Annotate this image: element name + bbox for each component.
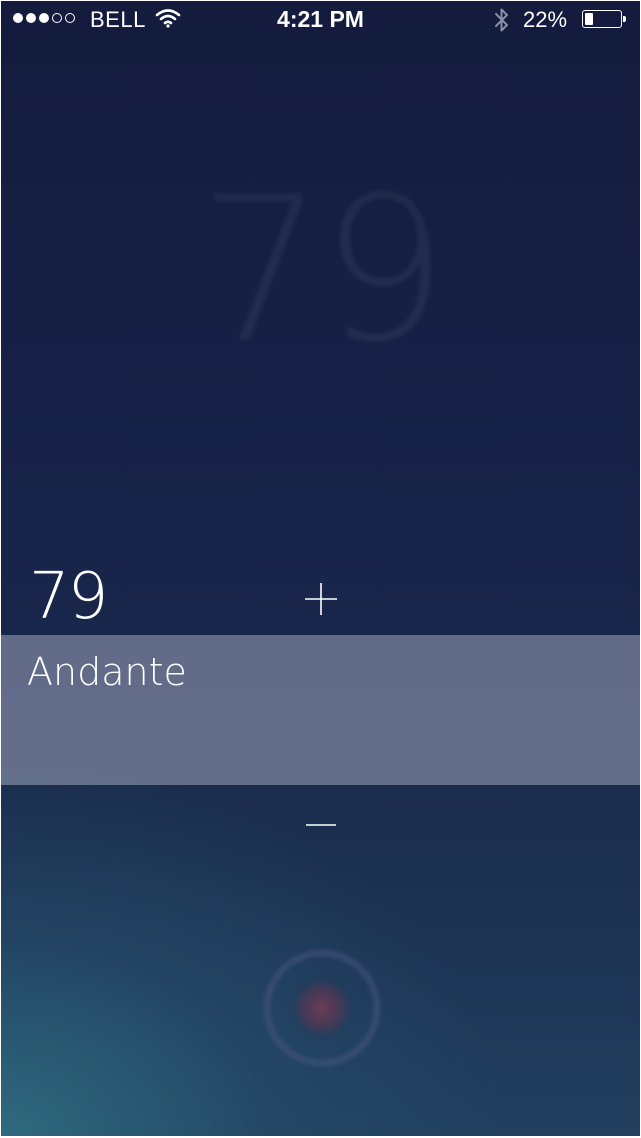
battery-icon: [582, 10, 626, 28]
bluetooth-icon: [495, 8, 508, 32]
tempo-marking-band[interactable]: Andante: [1, 635, 640, 785]
tempo-name: Andante: [27, 650, 187, 694]
plus-icon: [305, 583, 337, 615]
pulse-play-button[interactable]: [257, 943, 387, 1073]
decrease-bpm-button[interactable]: [301, 807, 341, 843]
status-bar: BELL 4:21 PM 22%: [1, 1, 640, 39]
increase-bpm-button[interactable]: [301, 579, 341, 619]
bpm-value: 79: [29, 560, 108, 634]
background-bpm-display: 79: [197, 154, 448, 387]
battery-percentage: 22%: [523, 7, 568, 32]
minus-icon: [306, 824, 336, 826]
metronome-screen: BELL 4:21 PM 22% 79 79 Andante: [1, 1, 640, 1136]
